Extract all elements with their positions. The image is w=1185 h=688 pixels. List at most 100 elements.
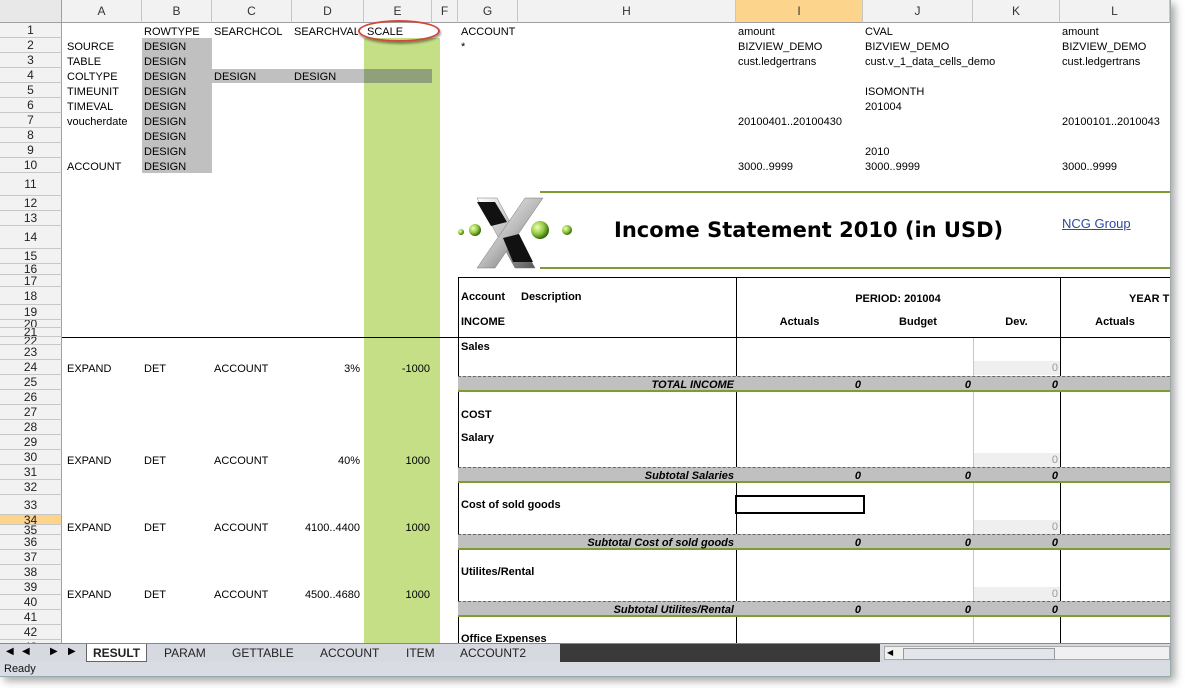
l-table[interactable]: cust.ledgertrans: [1062, 56, 1140, 69]
expand-row-b[interactable]: DET: [144, 522, 166, 535]
tab-item[interactable]: ITEM: [400, 644, 441, 662]
expand-row-b[interactable]: DET: [144, 363, 166, 376]
row-header-21[interactable]: 21: [0, 328, 62, 337]
design-cell[interactable]: DESIGN: [144, 161, 186, 174]
timeval-label[interactable]: TIMEVAL: [67, 101, 113, 114]
col-header-j[interactable]: J: [863, 0, 973, 23]
first-sheet-icon[interactable]: ◀: [6, 646, 14, 657]
row-header-30[interactable]: 30: [0, 450, 62, 465]
rowtype-label[interactable]: ROWTYPE: [144, 26, 200, 39]
row-header-17[interactable]: 17: [0, 275, 62, 287]
expand-row-b[interactable]: DET: [144, 589, 166, 602]
l-voucherdate[interactable]: 20100101..2010043: [1062, 116, 1170, 129]
i-table[interactable]: cust.ledgertrans: [738, 56, 816, 69]
col-header-k[interactable]: K: [973, 0, 1060, 23]
tab-param[interactable]: PARAM: [158, 644, 212, 662]
col-header-i[interactable]: I: [736, 0, 863, 23]
col-header-l[interactable]: L: [1060, 0, 1170, 23]
expand-row-e[interactable]: -1000: [364, 363, 430, 376]
row-header-39[interactable]: 39: [0, 580, 62, 595]
row-header-32[interactable]: 32: [0, 480, 62, 495]
coltype-label[interactable]: COLTYPE: [67, 71, 118, 84]
design-cell[interactable]: DESIGN: [144, 131, 186, 144]
design-cell[interactable]: DESIGN: [144, 71, 186, 84]
expand-row-c[interactable]: ACCOUNT: [214, 363, 268, 376]
expand-row-c[interactable]: ACCOUNT: [214, 589, 268, 602]
j-timeval[interactable]: 201004: [865, 101, 902, 114]
row-header-28[interactable]: 28: [0, 420, 62, 435]
j-cval[interactable]: CVAL: [865, 26, 893, 39]
row-header-13[interactable]: 13: [0, 211, 62, 226]
j-table[interactable]: cust.v_1_data_cells_demo: [865, 56, 995, 69]
l-account[interactable]: 3000..9999: [1062, 161, 1117, 174]
row-header-16[interactable]: 16: [0, 264, 62, 275]
next-sheet-icon[interactable]: ▶: [50, 646, 58, 657]
row-header-40[interactable]: 40: [0, 595, 62, 610]
account-param-label[interactable]: ACCOUNT: [461, 26, 515, 39]
row-header-37[interactable]: 37: [0, 550, 62, 565]
row-header-41[interactable]: 41: [0, 610, 62, 625]
row-header-14[interactable]: 14: [0, 226, 62, 249]
active-cell-i34[interactable]: [735, 495, 865, 514]
row-header-20[interactable]: 20: [0, 320, 62, 328]
j-source[interactable]: BIZVIEW_DEMO: [865, 41, 949, 54]
scroll-thumb[interactable]: [903, 648, 1055, 660]
last-sheet-icon[interactable]: ▶: [68, 646, 76, 657]
i-source[interactable]: BIZVIEW_DEMO: [738, 41, 822, 54]
row-header-24[interactable]: 24: [0, 360, 62, 375]
row-header-1[interactable]: 1: [0, 23, 62, 38]
row-header-33[interactable]: 33: [0, 495, 62, 515]
design-cell[interactable]: DESIGN: [214, 71, 256, 84]
row-header-2[interactable]: 2: [0, 38, 62, 53]
row-header-34[interactable]: 34: [0, 515, 62, 525]
company-link[interactable]: NCG Group: [1062, 216, 1131, 231]
tab-account2[interactable]: ACCOUNT2: [454, 644, 532, 662]
row-header-3[interactable]: 3: [0, 53, 62, 68]
tab-account[interactable]: ACCOUNT: [314, 644, 385, 662]
row-header-25[interactable]: 25: [0, 375, 62, 390]
row-header-10[interactable]: 10: [0, 158, 62, 173]
expand-row-c[interactable]: ACCOUNT: [214, 522, 268, 535]
row-header-31[interactable]: 31: [0, 465, 62, 480]
horizontal-scrollbar[interactable]: ◀: [884, 646, 1170, 660]
row-header-9[interactable]: 9: [0, 143, 62, 158]
voucherdate-label[interactable]: voucherdate: [67, 116, 128, 129]
expand-row-e[interactable]: 1000: [364, 522, 430, 535]
row-header-6[interactable]: 6: [0, 98, 62, 113]
expand-row-d[interactable]: 4100..4400: [292, 522, 360, 535]
col-header-c[interactable]: C: [212, 0, 292, 23]
expand-row-b[interactable]: DET: [144, 455, 166, 468]
table-label[interactable]: TABLE: [67, 56, 101, 69]
prev-sheet-icon[interactable]: ◀: [22, 646, 30, 657]
timeunit-label[interactable]: TIMEUNIT: [67, 86, 119, 99]
design-cell[interactable]: DESIGN: [144, 101, 186, 114]
row-header-36[interactable]: 36: [0, 535, 62, 550]
row-header-5[interactable]: 5: [0, 83, 62, 98]
i-voucherdate[interactable]: 20100401..20100430: [738, 116, 842, 129]
l-source[interactable]: BIZVIEW_DEMO: [1062, 41, 1146, 54]
row-header-38[interactable]: 38: [0, 565, 62, 580]
row-header-19[interactable]: 19: [0, 305, 62, 320]
row-header-15[interactable]: 15: [0, 249, 62, 264]
scroll-left-icon[interactable]: ◀: [887, 647, 893, 659]
searchcol-label[interactable]: SEARCHCOL: [214, 26, 282, 39]
col-header-f[interactable]: F: [432, 0, 458, 23]
design-cell[interactable]: DESIGN: [144, 116, 186, 129]
col-header-b[interactable]: B: [142, 0, 212, 23]
expand-row-a[interactable]: EXPAND: [67, 522, 111, 535]
tab-gettable[interactable]: GETTABLE: [226, 644, 300, 662]
expand-row-e[interactable]: 1000: [364, 589, 430, 602]
expand-row-c[interactable]: ACCOUNT: [214, 455, 268, 468]
expand-row-d[interactable]: 4500..4680: [292, 589, 360, 602]
row-header-26[interactable]: 26: [0, 390, 62, 405]
expand-row-e[interactable]: 1000: [364, 455, 430, 468]
row-header-4[interactable]: 4: [0, 68, 62, 83]
col-header-d[interactable]: D: [292, 0, 364, 23]
j-account[interactable]: 3000..9999: [865, 161, 920, 174]
expand-row-d[interactable]: 3%: [292, 363, 360, 376]
col-header-a[interactable]: A: [62, 0, 142, 23]
col-header-h[interactable]: H: [518, 0, 736, 23]
row-header-11[interactable]: 11: [0, 173, 62, 196]
tab-result[interactable]: RESULT: [86, 644, 148, 662]
design-cell[interactable]: DESIGN: [144, 146, 186, 159]
